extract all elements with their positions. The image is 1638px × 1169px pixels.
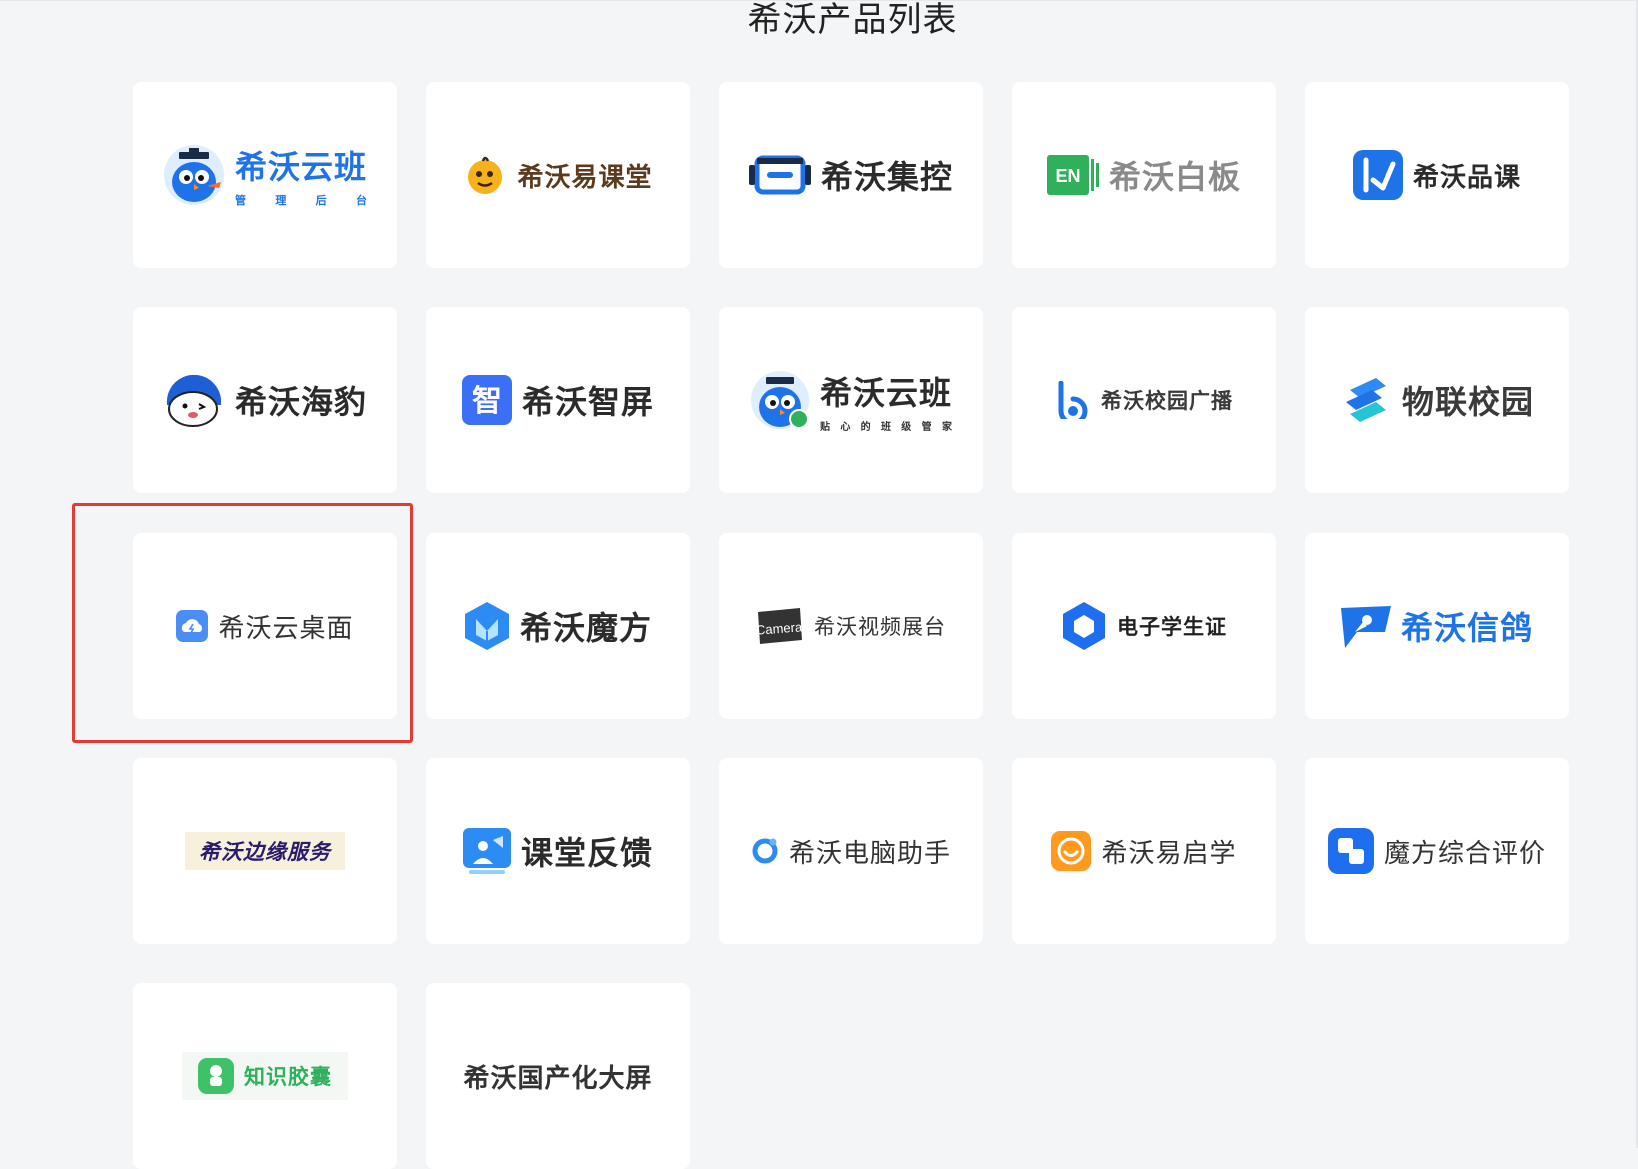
product-subtitle: 贴 心 的 班 级 管 家	[819, 421, 952, 433]
product-name: 希沃云班	[819, 373, 952, 412]
page-title: 希沃产品列表	[747, 0, 958, 40]
product-card-seewo-cloud-desktop[interactable]: 希沃云桌面	[133, 533, 397, 719]
product-name: 电子学生证	[1117, 614, 1227, 639]
product-name: 知识胶囊	[244, 1065, 332, 1089]
zhi-screen-icon: 智	[461, 375, 512, 425]
product-name: 希沃云桌面	[218, 613, 354, 644]
chick-mascot-icon	[468, 156, 503, 194]
product-name: 希沃白板	[1108, 158, 1241, 196]
product-card-knowledge-capsule[interactable]: 知识胶囊	[133, 983, 397, 1169]
product-card-seewo-easy-start[interactable]: 希沃易启学	[1012, 758, 1276, 944]
product-card-seewo-central-control[interactable]: 希沃集控	[719, 82, 983, 268]
product-name: 希沃智屏	[521, 383, 654, 421]
product-name: 希沃电脑助手	[788, 838, 951, 869]
product-card-seewo-magic-cube[interactable]: 希沃魔方	[426, 533, 690, 719]
product-name: 希沃易课堂	[517, 162, 653, 193]
product-card-seewo-pigeon[interactable]: 希沃信鸽	[1305, 533, 1569, 719]
hexagon-id-icon	[1063, 602, 1105, 650]
product-card-seewo-cloud-class-mini[interactable]: 希沃云班 贴 心 的 班 级 管 家	[719, 307, 983, 493]
product-card-seewo-easy-classroom[interactable]: 希沃易课堂	[426, 82, 690, 268]
product-name: 希沃品课	[1412, 162, 1521, 193]
product-card-iot-campus[interactable]: 物联校园	[1305, 307, 1569, 493]
product-card-seewo-whiteboard[interactable]: EN 希沃白板	[1012, 82, 1276, 268]
owl-miniprogram-icon	[750, 371, 809, 429]
product-card-seewo-seal[interactable]: 希沃海豹	[133, 307, 397, 493]
product-name: 希沃国产化大屏	[463, 1063, 653, 1094]
product-card-seewo-cloud-class[interactable]: 希沃云班 管 理 后 台	[133, 82, 397, 268]
product-card-seewo-edge-service[interactable]: 希沃边缘服务	[133, 758, 397, 944]
svg-text:智: 智	[472, 384, 502, 419]
product-card-classroom-feedback[interactable]: 课堂反馈	[426, 758, 690, 944]
product-card-seewo-video-booth[interactable]: Camera 希沃视频展台	[719, 533, 983, 719]
product-name: 物联校园	[1401, 383, 1534, 421]
product-card-cube-comprehensive-evaluation[interactable]: 魔方综合评价	[1305, 758, 1569, 944]
svg-text:EN: EN	[1055, 166, 1080, 186]
product-name: 希沃易启学	[1101, 838, 1237, 869]
cloud-desktop-icon	[176, 610, 209, 642]
feedback-person-icon	[462, 828, 511, 874]
en-board-icon: EN	[1046, 155, 1099, 195]
screen-control-icon	[748, 155, 811, 195]
product-card-seewo-smart-screen[interactable]: 智 希沃智屏	[426, 307, 690, 493]
product-name: 希沃信鸽	[1400, 609, 1533, 647]
product-name: 希沃视频展台	[814, 615, 946, 639]
smile-orange-icon	[1051, 831, 1092, 871]
product-card-seewo-pc-assistant[interactable]: 希沃电脑助手	[719, 758, 983, 944]
product-name: 希沃魔方	[519, 609, 652, 647]
product-name: 希沃校园广播	[1101, 389, 1233, 413]
product-name: 希沃边缘服务	[199, 840, 331, 864]
seal-mascot-icon	[166, 374, 221, 427]
product-card-seewo-campus-broadcast[interactable]: 希沃校园广播	[1012, 307, 1276, 493]
pigeon-flag-icon	[1340, 606, 1391, 648]
camera-badge-icon: Camera	[756, 608, 803, 644]
product-card-seewo-domestic-screen[interactable]: 希沃国产化大屏	[426, 983, 690, 1169]
iot-layers-icon	[1345, 378, 1386, 422]
play-k-icon	[1352, 150, 1403, 200]
product-name: 希沃云班	[234, 148, 367, 186]
broadcast-b-icon	[1058, 381, 1088, 419]
ring-assistant-icon	[752, 838, 778, 864]
product-card-electronic-student-id[interactable]: 电子学生证	[1012, 533, 1276, 719]
product-name: 希沃海豹	[234, 383, 367, 421]
capsule-green-icon	[198, 1058, 234, 1094]
owl-mascot-icon	[163, 145, 224, 205]
product-name: 课堂反馈	[520, 834, 653, 872]
product-subtitle: 管 理 后 台	[234, 194, 367, 207]
product-card-seewo-pinke[interactable]: 希沃品课	[1305, 82, 1569, 268]
product-name: 希沃集控	[820, 158, 953, 196]
product-name: 魔方综合评价	[1383, 838, 1546, 869]
blue-squares-icon	[1327, 828, 1374, 874]
magic-cube-icon	[464, 602, 509, 650]
